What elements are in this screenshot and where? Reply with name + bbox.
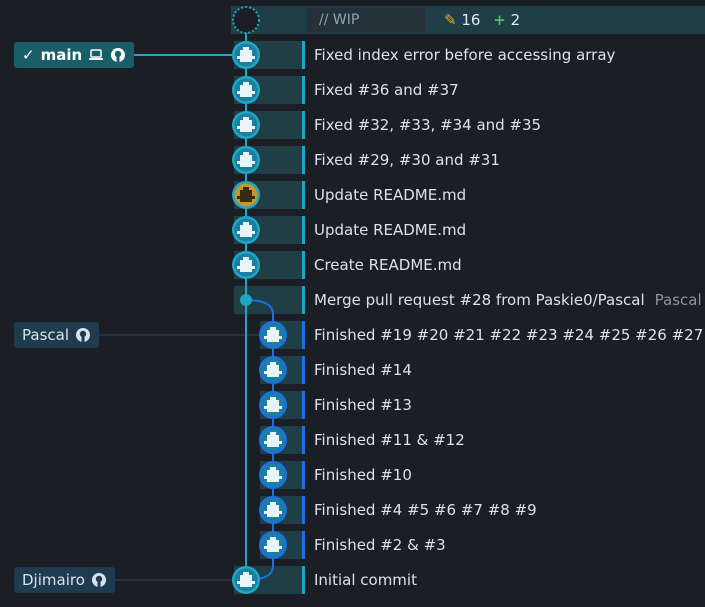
commit-avatar[interactable] [259, 391, 287, 419]
branch-label-main[interactable]: ✓ main [14, 42, 135, 68]
branch-label-djimairo[interactable]: Djimairo [14, 567, 115, 593]
commit-avatar[interactable] [259, 496, 287, 524]
commit-avatar[interactable] [259, 356, 287, 384]
github-icon [110, 47, 126, 63]
github-icon [91, 572, 107, 588]
merge-node [240, 294, 252, 306]
commit-avatar[interactable] [259, 531, 287, 559]
branch-name: Pascal [22, 326, 69, 344]
commit-avatar[interactable] [259, 321, 287, 349]
commit-avatar[interactable] [232, 181, 260, 209]
check-icon: ✓ [22, 46, 35, 64]
branch-label-pascal[interactable]: Pascal [14, 322, 99, 348]
wip-node [232, 6, 260, 34]
commit-avatar[interactable] [232, 41, 260, 69]
branch-name: main [40, 46, 83, 64]
branch-name: Djimairo [22, 571, 85, 589]
commit-avatar[interactable] [232, 111, 260, 139]
commit-avatar[interactable] [259, 426, 287, 454]
commit-graph [90, 6, 287, 594]
commit-avatar[interactable] [232, 216, 260, 244]
commit-avatar[interactable] [259, 461, 287, 489]
commit-avatar[interactable] [232, 76, 260, 104]
github-icon [75, 327, 91, 343]
commit-avatar[interactable] [232, 146, 260, 174]
commit-avatar[interactable] [232, 566, 260, 594]
commit-avatar[interactable] [232, 251, 260, 279]
laptop-icon [88, 47, 104, 63]
